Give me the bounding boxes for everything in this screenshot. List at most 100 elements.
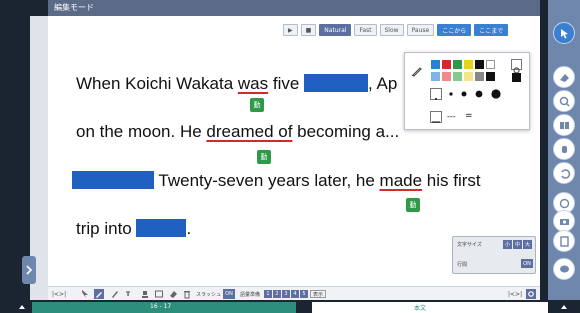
level-5-button[interactable]: 5 <box>300 290 308 298</box>
line-style-double[interactable]: = <box>465 111 473 121</box>
pen-size-small[interactable] <box>430 88 442 100</box>
audio-playback-bar: ▶ ■ Natural Fast Slow Pause ここから ここまで <box>283 24 509 36</box>
mode-label: 編集モード <box>54 3 94 12</box>
hand-tool-button[interactable] <box>553 138 575 160</box>
up-arrow-icon[interactable] <box>560 303 568 311</box>
note-icon <box>559 235 569 247</box>
passage-line-2: on the moon. He dreamed of becoming a... <box>76 122 400 141</box>
chevron-right-icon <box>26 265 32 275</box>
camera-button[interactable] <box>553 210 575 232</box>
answer-blank[interactable] <box>72 171 154 189</box>
line-style-solid[interactable] <box>430 111 442 123</box>
sticky-note-button[interactable] <box>553 230 575 252</box>
display-button[interactable]: 表示 <box>310 290 327 298</box>
stop-button[interactable]: ■ <box>300 24 317 36</box>
answer-blank[interactable] <box>136 219 187 237</box>
pen-tool-button[interactable] <box>94 289 104 299</box>
verb-tag[interactable]: 動 <box>250 98 264 112</box>
book-icon <box>559 121 569 129</box>
verb-made[interactable]: made <box>380 171 423 190</box>
color-swatch-light-red[interactable] <box>442 72 451 81</box>
text-tab-bar: 本文 <box>312 302 548 313</box>
trash-icon[interactable] <box>182 289 192 299</box>
font-size-small-button[interactable]: 小 <box>503 240 512 249</box>
pen-palette: --- = <box>404 52 530 130</box>
slash-toggle[interactable]: ON <box>223 289 235 299</box>
solid-line-icon <box>432 121 440 123</box>
right-tool-sidebar <box>548 0 580 300</box>
color-swatch-light-yellow[interactable] <box>464 72 473 81</box>
text-settings-popup: 文字サイズ 小 中 大 行間 ON <box>452 236 536 274</box>
passage-line-1: When Koichi Wakata was five , Ap <box>76 74 398 93</box>
color-swatch-green[interactable] <box>453 60 462 69</box>
color-swatch-yellow[interactable] <box>464 60 473 69</box>
pause-button[interactable]: Pause <box>406 24 435 36</box>
eraser-tool-button[interactable] <box>553 66 575 88</box>
undo-icon <box>560 168 570 179</box>
color-swatch-gray[interactable] <box>475 72 484 81</box>
eraser-icon[interactable] <box>168 289 178 299</box>
color-swatch-light-green[interactable] <box>453 72 462 81</box>
up-arrow-icon[interactable] <box>18 303 26 311</box>
undo-button[interactable] <box>553 162 575 184</box>
color-swatch-custom[interactable] <box>512 73 521 82</box>
page-range: 16 - 17 <box>150 303 172 310</box>
eraser-icon <box>559 73 569 82</box>
answer-blank[interactable] <box>304 74 369 92</box>
expand-left-panel-button[interactable] <box>22 256 36 284</box>
hand-icon <box>561 145 567 153</box>
verb-dreamed-of[interactable]: dreamed of <box>206 122 292 141</box>
slash-label: スラッシュ <box>196 291 222 298</box>
text-tool-icon[interactable]: T <box>126 289 130 299</box>
level-1-button[interactable]: 1 <box>264 290 272 298</box>
color-swatch-white[interactable] <box>486 60 495 69</box>
level-4-button[interactable]: 4 <box>291 290 299 298</box>
text-tab-label: 本文 <box>414 305 427 312</box>
pointer-tool-icon[interactable] <box>80 289 90 299</box>
zoom-tool-button[interactable] <box>553 90 575 112</box>
cursor-icon <box>560 28 568 38</box>
pen-size-options[interactable] <box>447 88 505 100</box>
palette-settings-button[interactable] <box>511 59 522 74</box>
cursor-tool-button[interactable] <box>553 22 575 44</box>
color-swatch-dark[interactable] <box>486 72 495 81</box>
sticky-tag-icon[interactable] <box>154 289 164 299</box>
level-3-button[interactable]: 3 <box>282 290 290 298</box>
mode-header: 編集モード <box>48 0 540 16</box>
font-size-label: 文字サイズ <box>457 242 482 248</box>
vocabulary-label: 語彙準備 <box>240 291 261 298</box>
speed-fast-button[interactable]: Fast <box>354 24 377 36</box>
line-style-dashed[interactable]: --- <box>447 112 456 121</box>
color-swatch-light-blue[interactable] <box>431 72 440 81</box>
book-tool-button[interactable] <box>553 114 575 136</box>
gear-icon <box>528 291 534 297</box>
settings-button[interactable] <box>526 289 536 299</box>
verb-tag[interactable]: 動 <box>257 150 271 164</box>
pen-icon <box>96 292 102 298</box>
speed-natural-button[interactable]: Natural <box>319 24 352 36</box>
page-jump-button[interactable]: |<>| <box>52 289 66 299</box>
bottom-toolbar: |<>| T スラッシュ ON 語彙準備 1 2 3 4 5 表示 |<>| <box>48 286 540 300</box>
verb-tag[interactable]: 動 <box>406 198 420 212</box>
until-here-button[interactable]: ここまで <box>474 24 509 36</box>
font-size-medium-button[interactable]: 中 <box>513 240 522 249</box>
level-2-button[interactable]: 2 <box>273 290 281 298</box>
magnify-icon <box>559 96 570 107</box>
marker-icon[interactable] <box>110 289 120 299</box>
comment-button[interactable] <box>553 258 575 280</box>
line-spacing-label: 行間 <box>457 262 468 268</box>
font-size-large-button[interactable]: 大 <box>523 240 532 249</box>
link-icon <box>559 198 569 208</box>
speed-slow-button[interactable]: Slow <box>379 24 404 36</box>
color-swatch-blue[interactable] <box>431 60 440 69</box>
play-button[interactable]: ▶ <box>283 24 298 36</box>
color-swatch-black[interactable] <box>475 60 484 69</box>
from-here-button[interactable]: ここから <box>437 24 472 36</box>
stamp-icon[interactable] <box>140 289 150 299</box>
dot-icon <box>435 98 437 100</box>
verb-was[interactable]: was <box>238 74 268 93</box>
page-range-bar: 16 - 17 <box>32 302 296 313</box>
color-swatch-red[interactable] <box>442 60 451 69</box>
page-nav-button[interactable]: |<>| <box>508 289 522 299</box>
line-spacing-toggle[interactable]: ON <box>521 259 533 268</box>
